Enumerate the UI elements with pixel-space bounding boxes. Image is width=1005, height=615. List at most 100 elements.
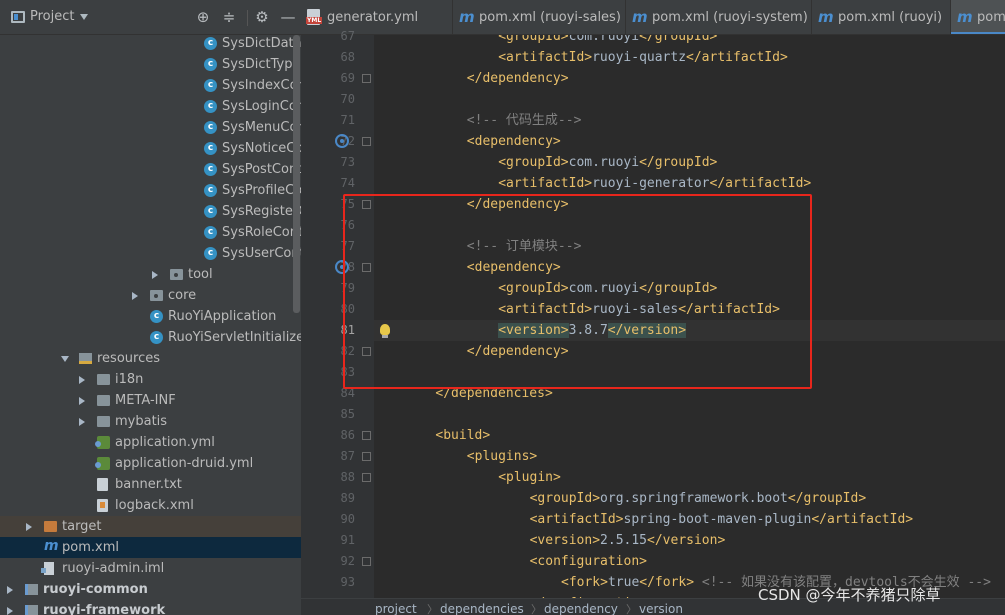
chevron-right-icon[interactable]	[79, 376, 85, 384]
intention-bulb-icon[interactable]	[380, 324, 390, 338]
editor-tab[interactable]: m pom.xml (ruoyi-system)	[626, 0, 808, 34]
tree-item-label: ruoyi-common	[43, 582, 148, 597]
tree-item[interactable]: c SysDictDataCo	[0, 33, 301, 54]
xml-tag: </groupId>	[639, 281, 718, 296]
tree-item-label: mybatis	[115, 414, 168, 429]
line-number: 92	[340, 554, 355, 568]
tree-item[interactable]: application.yml	[0, 432, 301, 453]
breadcrumb-item[interactable]: dependencies	[440, 601, 524, 615]
editor-tab[interactable]: m pom.xml (ruoyi-admin)	[951, 0, 1005, 34]
code-text: ruoyi-generator	[592, 176, 710, 191]
fold-marker-icon[interactable]	[362, 347, 371, 356]
chevron-right-icon[interactable]	[7, 586, 13, 594]
chevron-right-icon[interactable]	[7, 607, 13, 615]
tree-item[interactable]: ruoyi-framework	[0, 600, 301, 615]
line-number: 73	[340, 155, 355, 169]
tree-item-label: SysDictTypeCo	[222, 57, 301, 72]
tree-item[interactable]: c SysLoginCont	[0, 96, 301, 117]
tree-item[interactable]: c SysPostContro	[0, 159, 301, 180]
yml-icon	[95, 457, 110, 470]
gear-icon[interactable]: ⚙	[253, 8, 271, 26]
tree-item[interactable]: logback.xml	[0, 495, 301, 516]
locate-icon[interactable]: ⊕	[194, 8, 212, 26]
code-text: ruoyi-sales	[592, 302, 679, 317]
editor-tab[interactable]: m pom.xml (ruoyi)	[812, 0, 943, 34]
breadcrumb-item[interactable]: dependency	[544, 601, 618, 615]
chevron-down-icon[interactable]	[61, 356, 69, 362]
xml-tag: </artifactId>	[709, 176, 812, 191]
tree-item[interactable]: ruoyi-admin.iml	[0, 558, 301, 579]
collapse-all-icon[interactable]: ≑	[220, 8, 238, 26]
fold-marker-icon[interactable]	[362, 200, 371, 209]
tree-item[interactable]: c RuoYiApplication	[0, 306, 301, 327]
class-icon: c	[204, 79, 217, 92]
line-number: 82	[340, 344, 355, 358]
tree-item[interactable]: c SysRegisterCo	[0, 201, 301, 222]
tree-item[interactable]: i18n	[0, 369, 301, 390]
package-icon	[170, 269, 183, 280]
code-text: spring-boot-maven-plugin	[623, 512, 812, 527]
tree-item[interactable]: c SysDictTypeCo	[0, 54, 301, 75]
fold-marker-icon[interactable]	[362, 557, 371, 566]
class-icon: c	[204, 226, 217, 239]
code-line: <artifactId>spring-boot-maven-plugin</ar…	[374, 509, 1005, 530]
tree-item-label: SysIndexCont	[222, 78, 301, 93]
code-line: <artifactId>ruoyi-generator</artifactId>	[374, 173, 1005, 194]
fold-marker-icon[interactable]	[362, 74, 371, 83]
code-text: 2.5.15	[600, 533, 648, 548]
tree-scrollbar[interactable]	[293, 35, 300, 313]
navigate-module-icon[interactable]	[335, 260, 349, 274]
tree-item[interactable]: application-druid.yml	[0, 453, 301, 474]
editor-tab[interactable]: m pom.xml (ruoyi-sales)	[453, 0, 621, 34]
fold-marker-icon[interactable]	[362, 431, 371, 440]
xml-tag: </version>	[607, 323, 687, 338]
tree-item[interactable]: tool	[0, 264, 301, 285]
folder-icon	[97, 416, 110, 427]
chevron-right-icon[interactable]	[79, 418, 85, 426]
line-number: 91	[340, 533, 355, 547]
tree-item[interactable]: c SysUserContr	[0, 243, 301, 264]
code-text: true	[607, 575, 640, 590]
xml-tag: <dependency>	[466, 134, 561, 149]
tree-item[interactable]: c SysIndexCont	[0, 75, 301, 96]
code-line: <version>3.8.7</version>	[374, 320, 1005, 341]
hide-icon[interactable]: —	[279, 8, 297, 26]
tree-item[interactable]: resources	[0, 348, 301, 369]
tree-item-label: SysPostContro	[222, 162, 301, 177]
tree-item[interactable]: c SysNoticeCon	[0, 138, 301, 159]
chevron-down-icon[interactable]	[80, 14, 88, 20]
xml-tag: </dependency>	[466, 197, 569, 212]
tree-item[interactable]: target	[0, 516, 301, 537]
chevron-right-icon[interactable]	[79, 397, 85, 405]
breadcrumb-item[interactable]: version	[639, 601, 683, 615]
code-line: <dependency>	[374, 131, 1005, 152]
chevron-right-icon[interactable]	[132, 292, 138, 300]
chevron-right-icon[interactable]	[26, 523, 32, 531]
fold-marker-icon[interactable]	[362, 452, 371, 461]
tree-item[interactable]: c SysRoleContro	[0, 222, 301, 243]
chevron-right-icon[interactable]	[152, 271, 158, 279]
tree-item[interactable]: mybatis	[0, 411, 301, 432]
tree-item[interactable]: core	[0, 285, 301, 306]
txt-icon	[97, 478, 108, 491]
tree-item[interactable]: banner.txt	[0, 474, 301, 495]
tree-item[interactable]: c SysMenuCont	[0, 117, 301, 138]
fold-marker-icon[interactable]	[362, 137, 371, 146]
tree-item[interactable]: c RuoYiServletInitializer	[0, 327, 301, 348]
tree-item[interactable]: META-INF	[0, 390, 301, 411]
line-number: 93	[340, 575, 355, 589]
project-view-selector[interactable]: Project	[30, 9, 74, 24]
code-view[interactable]: <groupId>com.ruoyi</groupId> <artifactId>…	[374, 35, 1005, 598]
tree-item[interactable]: c SysProfileCon	[0, 180, 301, 201]
fold-marker-icon[interactable]	[362, 473, 371, 482]
tree-item[interactable]: m pom.xml	[0, 537, 301, 558]
navigate-module-icon[interactable]	[335, 134, 349, 148]
fold-marker-icon[interactable]	[362, 263, 371, 272]
breadcrumb-item[interactable]: project	[375, 601, 417, 615]
code-line: </dependency>	[374, 194, 1005, 215]
line-number: 77	[340, 239, 355, 253]
tree-item[interactable]: ruoyi-common	[0, 579, 301, 600]
maven-icon: m	[818, 8, 834, 26]
tab-label: pom.xml (ruoyi)	[838, 10, 943, 25]
